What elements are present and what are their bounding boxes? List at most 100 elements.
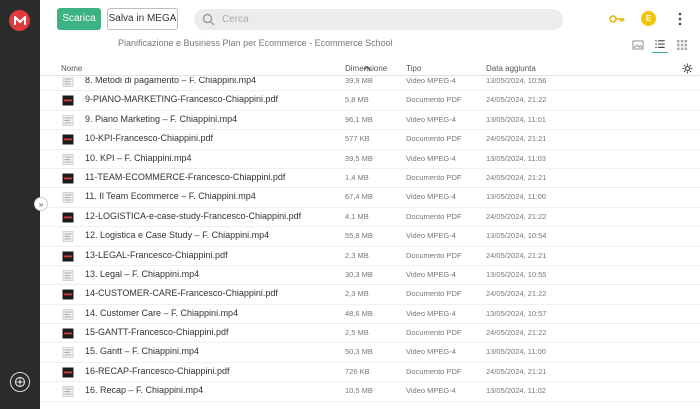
file-size: 39,9 MB (345, 77, 373, 85)
video-thumbnail-icon (62, 386, 74, 398)
video-thumbnail-icon (62, 347, 74, 359)
file-date: 24/05/2024, 21:22 (486, 211, 547, 221)
image-view-icon[interactable] (630, 38, 646, 52)
file-type: Video MPEG-4 (406, 153, 456, 163)
table-row[interactable]: 14-CUSTOMER-CARE-Francesco-Chiappini.pdf… (40, 285, 700, 305)
file-name: 14. Customer Care – F. Chiappini.mp4 (85, 307, 239, 318)
file-size: 48,6 MB (345, 308, 373, 318)
file-date: 13/05/2024, 10:56 (486, 77, 547, 85)
table-row[interactable]: 9. Piano Marketing – F. Chiappini.mp4 96… (40, 111, 700, 131)
save-to-mega-button[interactable]: Salva in MEGA (107, 8, 178, 30)
file-name: 11. Il Team Ecommerce – F. Chiappini.mp4 (85, 191, 256, 202)
file-type: Video MPEG-4 (406, 386, 456, 396)
file-name: 16-RECAP-Francesco-Chiappini.pdf (85, 365, 230, 376)
file-name: 10-KPI-Francesco-Chiappini.pdf (85, 133, 214, 144)
expand-sidebar-button[interactable]: » (34, 197, 48, 211)
file-size: 577 KB (345, 134, 370, 144)
search-input[interactable] (222, 9, 552, 30)
search-icon (202, 13, 215, 26)
file-size: 5,8 MB (345, 95, 369, 105)
file-type: Video MPEG-4 (406, 347, 456, 357)
grid-view-icon[interactable] (674, 38, 690, 52)
file-type: Documento PDF (406, 95, 462, 105)
download-button[interactable]: Scarica (57, 8, 101, 30)
table-row[interactable]: 16-RECAP-Francesco-Chiappini.pdf 726 KB … (40, 363, 700, 383)
file-type: Video MPEG-4 (406, 231, 456, 241)
pdf-file-icon (62, 173, 74, 184)
search-bar[interactable] (194, 9, 563, 30)
file-date: 13/05/2024, 10:55 (486, 269, 547, 279)
file-type: Video MPEG-4 (406, 308, 456, 318)
file-size: 4,1 MB (345, 211, 369, 221)
key-icon[interactable] (609, 14, 625, 24)
table-row[interactable]: 15. Gantt – F. Chiappini.mp4 50,3 MB Vid… (40, 343, 700, 363)
file-name: 8. Metodi di pagamento – F. Chiappini.mp… (85, 77, 257, 85)
file-type: Documento PDF (406, 250, 462, 260)
avatar[interactable]: E (641, 11, 656, 26)
file-type: Documento PDF (406, 289, 462, 299)
more-options-icon[interactable] (677, 12, 683, 26)
column-header-type[interactable]: Tipo (406, 64, 421, 73)
file-date: 13/05/2024, 11:03 (486, 153, 546, 163)
file-name: 9-PIANO-MARKETING-Francesco-Chiappini.pd… (85, 94, 279, 105)
file-type: Documento PDF (406, 172, 462, 182)
table-header: Nome Dimensione Tipo Data aggiunta (40, 61, 700, 76)
app-window: » Scarica Salva in MEGA E Pianificazione… (0, 0, 700, 409)
video-thumbnail-icon (62, 308, 74, 320)
file-size: 39,5 MB (345, 153, 373, 163)
file-date: 24/05/2024, 21:22 (486, 328, 547, 338)
file-size: 726 KB (345, 366, 370, 376)
column-header-name[interactable]: Nome (61, 64, 82, 73)
table-row[interactable]: 11-TEAM-ECOMMERCE-Francesco-Chiappini.pd… (40, 169, 700, 189)
file-size: 10,5 MB (345, 386, 373, 396)
file-type: Documento PDF (406, 211, 462, 221)
pdf-file-icon (62, 251, 74, 262)
sort-ascending-icon[interactable] (363, 64, 371, 72)
table-row[interactable]: 15-GANTT-Francesco-Chiappini.pdf 2,5 MB … (40, 324, 700, 344)
pdf-file-icon (62, 328, 74, 339)
table-row[interactable]: 13-LEGAL-Francesco-Chiappini.pdf 2,3 MB … (40, 247, 700, 266)
pdf-file-icon (62, 95, 74, 106)
video-thumbnail-icon (62, 114, 74, 126)
file-type: Video MPEG-4 (406, 192, 456, 202)
table-row[interactable]: 11. Il Team Ecommerce – F. Chiappini.mp4… (40, 188, 700, 208)
video-thumbnail-icon (62, 231, 74, 242)
file-type: Documento PDF (406, 366, 462, 376)
table-row[interactable]: 16. Recap – F. Chiappini.mp4 10,5 MB Vid… (40, 382, 700, 402)
column-header-date[interactable]: Data aggiunta (486, 64, 536, 73)
file-list: 8. Metodi di pagamento – F. Chiappini.mp… (40, 77, 700, 409)
table-row[interactable]: 8. Metodi di pagamento – F. Chiappini.mp… (40, 77, 700, 92)
file-size: 67,4 MB (345, 192, 373, 202)
file-date: 24/05/2024, 21:22 (486, 95, 547, 105)
column-settings-icon[interactable] (682, 63, 693, 74)
table-row[interactable]: 9-PIANO-MARKETING-Francesco-Chiappini.pd… (40, 91, 700, 111)
file-date: 13/05/2024, 11:02 (486, 386, 546, 396)
pdf-file-icon (62, 367, 74, 378)
table-row[interactable]: 10. KPI – F. Chiappini.mp4 39,5 MB Video… (40, 150, 700, 169)
file-date: 13/05/2024, 10:54 (486, 231, 547, 241)
table-row[interactable]: 12. Logistica e Case Study – F. Chiappin… (40, 227, 700, 247)
table-row[interactable]: 13. Legal – F. Chiappini.mp4 30,3 MB Vid… (40, 266, 700, 286)
file-date: 24/05/2024, 21:21 (486, 366, 547, 376)
file-name: 15. Gantt – F. Chiappini.mp4 (85, 346, 200, 357)
file-type: Documento PDF (406, 328, 462, 338)
table-row[interactable]: 12-LOGISTICA-e-case-study-Francesco-Chia… (40, 208, 700, 228)
file-name: 12-LOGISTICA-e-case-study-Francesco-Chia… (85, 210, 302, 221)
list-view-icon[interactable] (652, 38, 668, 53)
table-row[interactable]: 14. Customer Care – F. Chiappini.mp4 48,… (40, 305, 700, 325)
file-date: 24/05/2024, 21:21 (486, 250, 547, 260)
file-size: 50,3 MB (345, 347, 373, 357)
file-name: 13-LEGAL-Francesco-Chiappini.pdf (85, 249, 228, 260)
transfer-manager-icon[interactable] (10, 372, 30, 392)
file-date: 24/05/2024, 21:21 (486, 134, 547, 144)
table-row[interactable]: 10-KPI-Francesco-Chiappini.pdf 577 KB Do… (40, 130, 700, 150)
file-type: Video MPEG-4 (406, 114, 456, 124)
mega-logo-icon[interactable] (9, 10, 30, 31)
file-date: 24/05/2024, 21:22 (486, 289, 547, 299)
file-name: 15-GANTT-Francesco-Chiappini.pdf (85, 327, 229, 338)
file-name: 14-CUSTOMER-CARE-Francesco-Chiappini.pdf (85, 288, 278, 299)
pdf-file-icon (62, 289, 74, 300)
file-date: 13/05/2024, 11:01 (486, 114, 546, 124)
file-name: 16. Recap – F. Chiappini.mp4 (85, 385, 204, 396)
file-size: 55,8 MB (345, 231, 373, 241)
